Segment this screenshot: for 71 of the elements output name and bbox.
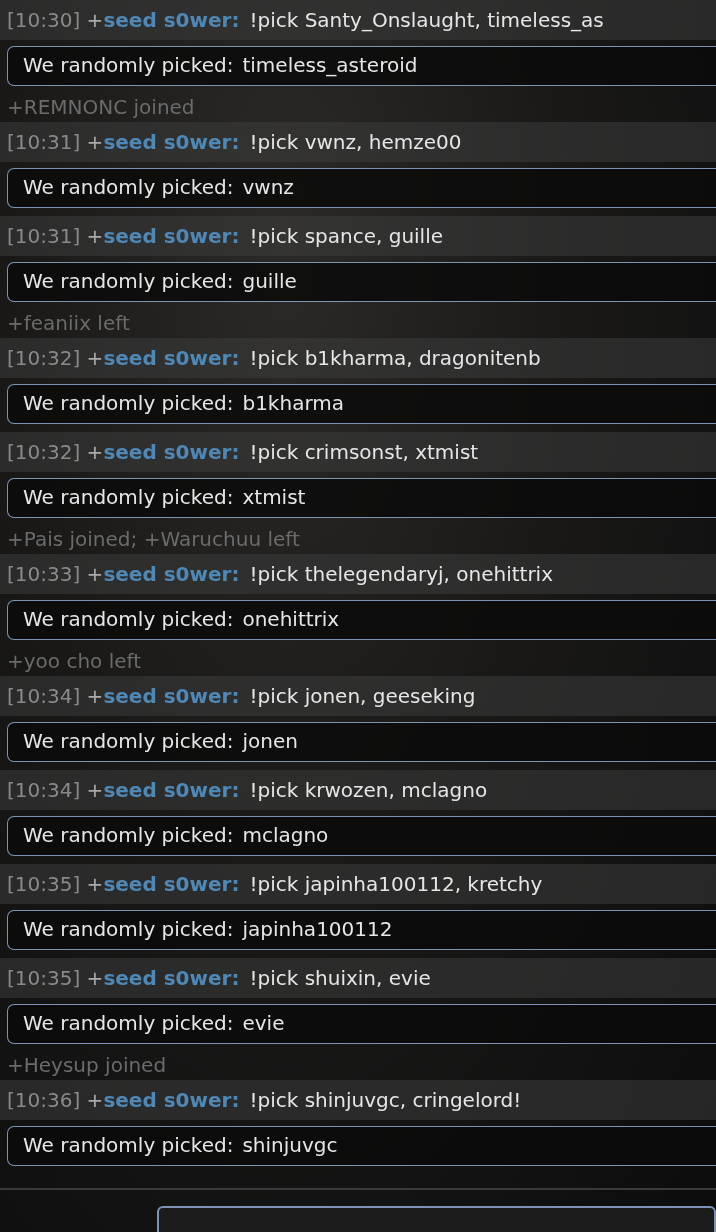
timestamp: [10:32] [7, 346, 81, 370]
rank-symbol: + [86, 8, 104, 32]
result-value: mclagno [242, 823, 329, 847]
rank-symbol: + [86, 224, 104, 248]
rank-symbol: + [86, 684, 104, 708]
join-leave-notice: +REMNONC joined [7, 95, 195, 119]
result-label: We randomly picked: [23, 1011, 234, 1035]
chat-message: !pick crimsonst, xtmist [249, 440, 479, 464]
rank-symbol: + [86, 440, 104, 464]
chat-message: !pick krwozen, mclagno [249, 778, 488, 802]
username[interactable]: seed s0wer: [103, 224, 240, 248]
result-label: We randomly picked: [23, 269, 234, 293]
result-label: We randomly picked: [23, 391, 234, 415]
timestamp: [10:34] [7, 778, 81, 802]
result-label: We randomly picked: [23, 917, 234, 941]
rank-symbol: + [86, 346, 104, 370]
chat-message: !pick thelegendaryj, onehittrix [249, 562, 553, 586]
username[interactable]: seed s0wer: [103, 966, 240, 990]
username[interactable]: seed s0wer: [103, 778, 240, 802]
rank-symbol: + [86, 778, 104, 802]
chat-message: !pick shuixin, evie [249, 966, 431, 990]
result-value: jonen [242, 729, 298, 753]
timestamp: [10:36] [7, 1088, 81, 1112]
result-label: We randomly picked: [23, 175, 234, 199]
rank-symbol: + [86, 872, 104, 896]
rank-symbol: + [86, 1088, 104, 1112]
username[interactable]: seed s0wer: [103, 562, 240, 586]
chat-message: !pick Santy_Onslaught, timeless_as [249, 8, 604, 32]
result-value: japinha100112 [242, 917, 393, 941]
username[interactable]: seed s0wer: [103, 1088, 240, 1112]
result-label: We randomly picked: [23, 729, 234, 753]
username[interactable]: seed s0wer: [103, 8, 240, 32]
username[interactable]: seed s0wer: [103, 684, 240, 708]
chat-message: !pick b1kharma, dragonitenb [249, 346, 541, 370]
rank-symbol: + [86, 562, 104, 586]
result-value: timeless_asteroid [242, 53, 418, 77]
result-value: shinjuvgc [242, 1133, 338, 1157]
timestamp: [10:32] [7, 440, 81, 464]
result-value: b1kharma [242, 391, 344, 415]
username[interactable]: seed s0wer: [103, 130, 240, 154]
rank-symbol: + [86, 966, 104, 990]
result-value: onehittrix [242, 607, 340, 631]
join-leave-notice: +Heysup joined [7, 1053, 167, 1077]
result-value: xtmist [242, 485, 306, 509]
timestamp: [10:34] [7, 684, 81, 708]
chat-message: !pick spance, guille [249, 224, 444, 248]
result-label: We randomly picked: [23, 485, 234, 509]
result-value: evie [242, 1011, 285, 1035]
chat-message: !pick shinjuvgc, cringelord! [249, 1088, 522, 1112]
timestamp: [10:35] [7, 872, 81, 896]
chat-message: !pick vwnz, hemze00 [249, 130, 462, 154]
username[interactable]: seed s0wer: [103, 346, 240, 370]
username[interactable]: seed s0wer: [103, 872, 240, 896]
timestamp: [10:31] [7, 130, 81, 154]
chat-message: !pick jonen, geeseking [249, 684, 476, 708]
timestamp: [10:31] [7, 224, 81, 248]
rank-symbol: + [86, 130, 104, 154]
result-value: guille [242, 269, 297, 293]
join-leave-notice: +Pais joined; +Waruchuu left [7, 527, 300, 551]
username[interactable]: seed s0wer: [103, 440, 240, 464]
join-leave-notice: +yoo cho left [7, 649, 142, 673]
timestamp: [10:33] [7, 562, 81, 586]
join-leave-notice: +feaniix left [7, 311, 130, 335]
result-value: vwnz [242, 175, 294, 199]
result-label: We randomly picked: [23, 607, 234, 631]
timestamp: [10:35] [7, 966, 81, 990]
chat-message: !pick japinha100112, kretchy [249, 872, 543, 896]
result-label: We randomly picked: [23, 53, 234, 77]
result-label: We randomly picked: [23, 1133, 234, 1157]
result-label: We randomly picked: [23, 823, 234, 847]
timestamp: [10:30] [7, 8, 81, 32]
